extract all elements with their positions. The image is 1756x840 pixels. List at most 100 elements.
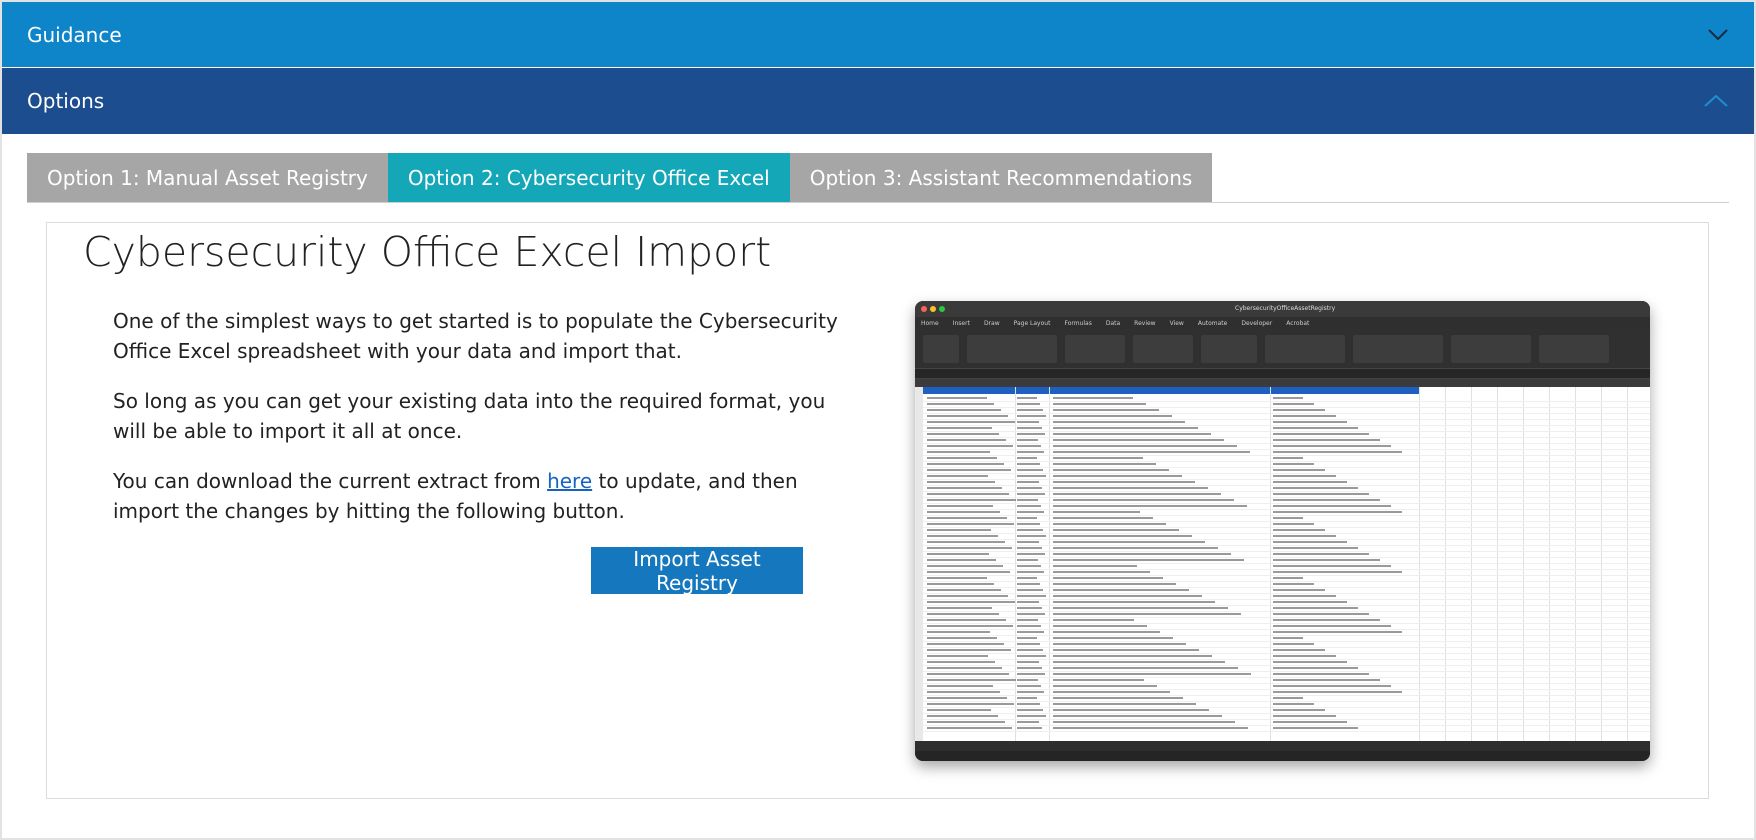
cell-text [1017, 661, 1039, 663]
tab-option-3[interactable]: Option 3: Assistant Recommendations [789, 153, 1213, 203]
grid-row-line [923, 683, 1650, 684]
cell-text [1017, 637, 1037, 639]
grid-row-line [923, 581, 1650, 582]
grid-row-line [923, 695, 1650, 696]
grid-row-line [923, 713, 1650, 714]
cell-text [1017, 517, 1037, 519]
cell-text [1017, 571, 1044, 573]
grid-row-line [923, 641, 1650, 642]
cell-text [1273, 523, 1314, 525]
cell-text [1053, 529, 1179, 531]
cell-text [1273, 415, 1336, 417]
cell-text [927, 721, 1005, 723]
grid-row-line [923, 569, 1650, 570]
cell-text [1273, 457, 1303, 459]
cell-text [1053, 577, 1163, 579]
cell-text [927, 643, 1004, 645]
cell-text [1053, 523, 1166, 525]
excel-titlebar: CybersecurityOfficeAssetRegistry [915, 301, 1650, 317]
cell-text [1053, 517, 1153, 519]
grid-row-line [923, 431, 1650, 432]
cell-text [1053, 637, 1173, 639]
grid-row-line [923, 413, 1650, 414]
cell-text [1053, 457, 1143, 459]
cell-text [1017, 625, 1041, 627]
cell-text [927, 445, 1013, 447]
intro-paragraph: One of the simplest ways to get started … [113, 309, 838, 363]
cell-text [1017, 685, 1041, 687]
cell-text [1273, 691, 1402, 693]
cell-text [927, 499, 1016, 501]
tab-option-2[interactable]: Option 2: Cybersecurity Office Excel [387, 153, 790, 203]
cell-text [1053, 541, 1205, 543]
cell-text [1017, 595, 1046, 597]
cell-text [927, 673, 1009, 675]
grid-row-line [923, 617, 1650, 618]
cell-text [1017, 649, 1043, 651]
cell-text [927, 511, 1000, 513]
cell-text [1053, 703, 1196, 705]
cell-text [1053, 547, 1218, 549]
cell-text [927, 661, 995, 663]
cell-text [1053, 715, 1222, 717]
option-tabs: Option 1: Manual Asset Registry Option 2… [27, 153, 1213, 203]
cell-text [1053, 679, 1144, 681]
cell-text [927, 685, 993, 687]
cell-text [1273, 487, 1358, 489]
cell-text [1273, 703, 1314, 705]
download-here-link[interactable]: here [547, 469, 592, 493]
cell-text [1053, 553, 1231, 555]
cell-text [1017, 589, 1043, 591]
cell-text [927, 679, 1016, 681]
import-asset-registry-button[interactable]: Import Asset Registry [591, 547, 803, 595]
grid-row-line [923, 629, 1650, 630]
cell-text [927, 709, 991, 711]
excel-menu-item: Developer [1241, 319, 1273, 327]
grid-row-line [923, 677, 1650, 678]
cell-text [1273, 445, 1391, 447]
cell-text [1017, 559, 1038, 561]
tab-option-1[interactable]: Option 1: Manual Asset Registry [27, 153, 388, 203]
cell-text [1273, 613, 1369, 615]
grid-row-line [923, 647, 1650, 648]
cell-text [1053, 697, 1183, 699]
download-text-before: You can download the current extract fro… [113, 469, 548, 493]
cell-text [1053, 439, 1224, 441]
grid-row-line [923, 689, 1650, 690]
cell-text [1053, 667, 1238, 669]
cell-text [927, 565, 1003, 567]
excel-menu-item: View [1169, 319, 1184, 327]
cell-text [927, 553, 989, 555]
format-paragraph: So long as you can get your existing dat… [113, 389, 826, 443]
cell-text [1053, 463, 1156, 465]
chevron-up-icon[interactable] [1704, 95, 1728, 107]
guidance-accordion-header[interactable]: Guidance [2, 2, 1754, 67]
grid-row-line [923, 665, 1650, 666]
cell-text [1017, 433, 1045, 435]
cell-text [1017, 619, 1038, 621]
grid-row-line [923, 467, 1650, 468]
cell-text [1273, 679, 1380, 681]
cell-text [927, 607, 992, 609]
cell-text [927, 529, 991, 531]
cell-text [1273, 499, 1380, 501]
cell-text [1273, 427, 1358, 429]
cell-text [1017, 721, 1039, 723]
grid-row-line [923, 401, 1650, 402]
chevron-down-icon[interactable] [1708, 28, 1728, 41]
cell-text [1053, 685, 1157, 687]
cell-text [927, 469, 1011, 471]
grid-row-line [923, 707, 1650, 708]
cell-text [1053, 607, 1228, 609]
cell-text [1273, 715, 1336, 717]
cell-text [1017, 613, 1045, 615]
cell-text [1273, 637, 1303, 639]
cell-text [1053, 727, 1248, 729]
cell-text [1017, 451, 1044, 453]
cell-text [927, 463, 1004, 465]
options-accordion-header[interactable]: Options [2, 68, 1754, 134]
grid-row-line [923, 659, 1650, 660]
cell-text [927, 613, 999, 615]
grid-row-line [923, 419, 1650, 420]
grid-row-line [923, 719, 1650, 720]
